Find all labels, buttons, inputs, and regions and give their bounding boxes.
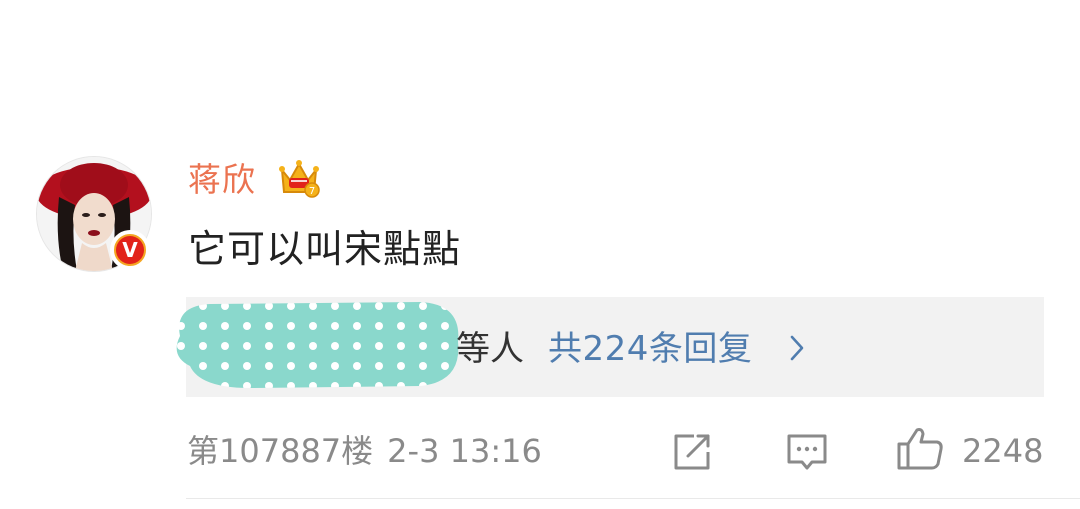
chevron-right-icon [790, 335, 804, 361]
comment-icon[interactable] [784, 430, 830, 474]
comment-time: 2-3 13:16 [387, 432, 542, 470]
avatar[interactable]: V [36, 156, 152, 272]
verified-v-icon: V [110, 230, 150, 270]
redaction-blob [176, 302, 459, 388]
comment-text: 它可以叫宋點點 [188, 227, 462, 271]
reply-count-link[interactable]: 共224条回复 [548, 326, 752, 372]
svg-text:7: 7 [309, 186, 315, 197]
reply-others-label: 等人 [456, 329, 524, 369]
share-icon[interactable] [670, 430, 714, 474]
floor-number: 第107887楼 [187, 432, 374, 470]
comment-item: V 蒋欣 7 它可以叫宋點點 等人 共224条回复 第107887楼 2-3 13… [0, 0, 1080, 509]
thumbs-up-icon[interactable] [895, 424, 945, 472]
crown-level-icon: 7 [279, 160, 320, 198]
username-link[interactable]: 蒋欣 [188, 158, 256, 202]
comment-meta: 第107887楼 2-3 13:16 [187, 428, 542, 474]
like-count: 2248 [962, 432, 1044, 470]
divider [186, 498, 1080, 499]
